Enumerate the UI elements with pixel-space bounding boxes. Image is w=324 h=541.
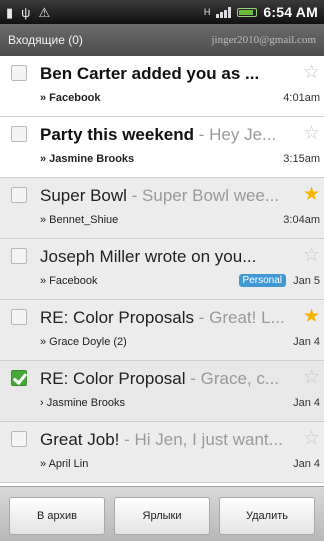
message-subject: Party this weekend xyxy=(40,125,195,144)
message-subject: Great Job! xyxy=(40,430,120,449)
message-meta: » Jasmine Brooks 3:15am xyxy=(40,153,320,169)
message-subject: Super Bowl xyxy=(40,186,127,205)
star-icon[interactable]: ☆ xyxy=(303,63,320,83)
message-checkbox[interactable] xyxy=(11,370,27,386)
message-subject: RE: Color Proposals xyxy=(40,308,195,327)
message-time: Jan 5 xyxy=(293,275,320,287)
message-row[interactable]: Joseph Miller wrote on you... ☆ » Facebook… xyxy=(0,239,324,300)
message-checkbox[interactable] xyxy=(11,187,27,203)
archive-button[interactable]: В архив xyxy=(9,497,105,535)
message-time: 3:04am xyxy=(283,214,320,226)
message-time: Jan 4 xyxy=(293,458,320,470)
message-title: Ben Carter added you as ... xyxy=(40,64,298,84)
labels-button[interactable]: Ярлыки xyxy=(114,497,210,535)
message-meta: » Facebook 4:01am xyxy=(40,92,320,108)
message-sender: › Jasmine Brooks xyxy=(40,397,125,409)
message-checkbox[interactable] xyxy=(11,309,27,325)
network-icon: H xyxy=(203,6,211,17)
folder-title: Входящие (0) xyxy=(8,33,83,47)
message-meta: › Jasmine Brooks Jan 4 xyxy=(40,397,320,413)
message-checkbox[interactable] xyxy=(11,126,27,142)
message-subject: Joseph Miller wrote on you... xyxy=(40,247,257,266)
message-meta: » Grace Doyle (2) Jan 4 xyxy=(40,336,320,352)
message-meta: » April Lin Jan 4 xyxy=(40,458,320,474)
message-snippet: - Hey Je... xyxy=(194,125,277,144)
inbox-header: Входящие (0) jinger2010@gmail.com xyxy=(0,24,324,56)
message-title: Great Job! - Hi Jen, I just want... xyxy=(40,430,298,450)
message-snippet: - Super Bowl wee... xyxy=(126,186,280,205)
message-checkbox[interactable] xyxy=(11,248,27,264)
star-icon[interactable]: ★ xyxy=(303,185,320,205)
bottom-toolbar: В архив Ярлыки Удалить xyxy=(0,486,324,541)
message-sender: » Facebook xyxy=(40,275,98,287)
message-row[interactable]: RE: Color Proposal - Grace, c... ☆ › Jasmi… xyxy=(0,361,324,422)
star-icon[interactable]: ☆ xyxy=(303,246,320,266)
message-sender: » Jasmine Brooks xyxy=(40,153,135,165)
star-icon[interactable]: ☆ xyxy=(303,124,320,144)
message-checkbox[interactable] xyxy=(11,65,27,81)
message-checkbox[interactable] xyxy=(11,431,27,447)
message-snippet: - Great! L... xyxy=(194,308,285,327)
message-title: Joseph Miller wrote on you... xyxy=(40,247,298,267)
warning-icon: ⚠ xyxy=(38,4,51,20)
message-sender: » Grace Doyle (2) xyxy=(40,336,127,348)
message-time: 4:01am xyxy=(283,92,320,104)
message-time: Jan 4 xyxy=(293,336,320,348)
message-time: Jan 4 xyxy=(293,397,320,409)
message-title: Super Bowl - Super Bowl wee... xyxy=(40,186,298,206)
message-row[interactable]: Super Bowl - Super Bowl wee... ★» Bennet_… xyxy=(0,178,324,239)
message-subject: Ben Carter added you as ... xyxy=(40,64,260,83)
account-email: jinger2010@gmail.com xyxy=(211,34,316,46)
message-row[interactable]: Great Job! - Hi Jen, I just want... ☆» Ap… xyxy=(0,422,324,483)
message-time: 3:15am xyxy=(283,153,320,165)
message-subject: RE: Color Proposal xyxy=(40,369,186,388)
message-list[interactable]: Ben Carter added you as ... ☆ » Facebook 4:… xyxy=(0,56,324,486)
label-badge: Personal xyxy=(238,274,286,287)
star-icon[interactable]: ☆ xyxy=(303,368,320,388)
message-title: RE: Color Proposals - Great! L... xyxy=(40,308,298,328)
star-icon[interactable]: ☆ xyxy=(303,429,320,449)
notification-icon: ▮ xyxy=(6,4,14,20)
usb-icon: ψ xyxy=(21,4,31,20)
message-meta: » Facebook Personal Jan 5 xyxy=(40,274,320,291)
message-sender: » Bennet_Shiue xyxy=(40,214,119,226)
status-bar: ▮ ψ ⚠ H 6:54 AM xyxy=(0,0,324,24)
battery-icon xyxy=(237,7,258,17)
message-title: Party this weekend - Hey Je... xyxy=(40,125,298,145)
message-snippet: - Hi Jen, I just want... xyxy=(119,430,283,449)
clock: 6:54 AM xyxy=(263,4,318,20)
message-sender: » Facebook xyxy=(40,92,101,104)
star-icon[interactable]: ★ xyxy=(303,307,320,327)
message-sender: » April Lin xyxy=(40,458,89,470)
message-row[interactable]: Ben Carter added you as ... ☆ » Facebook 4:… xyxy=(0,56,324,117)
signal-icon xyxy=(216,6,232,18)
message-snippet: - Grace, c... xyxy=(185,369,280,388)
message-row[interactable]: RE: Color Proposals - Great! L... ★» Grac… xyxy=(0,300,324,361)
message-meta: » Bennet_Shiue 3:04am xyxy=(40,214,320,230)
message-row[interactable]: Party this weekend - Hey Je... ☆» Jasmine… xyxy=(0,117,324,178)
message-title: RE: Color Proposal - Grace, c... xyxy=(40,369,298,389)
delete-button[interactable]: Удалить xyxy=(219,497,315,535)
